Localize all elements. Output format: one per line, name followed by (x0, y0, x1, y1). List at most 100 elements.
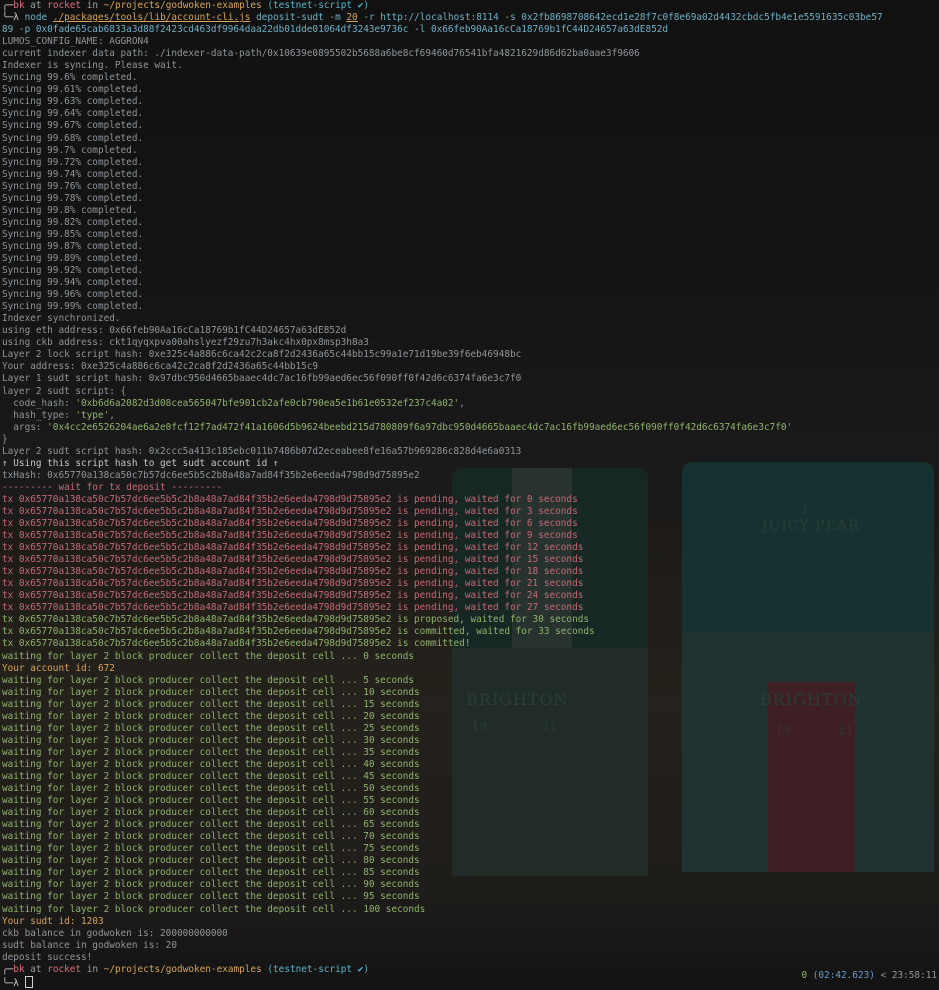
sync-progress-line: Syncing 99.72% completed. (2, 156, 144, 168)
sync-progress-line: Syncing 99.6% completed. (2, 72, 138, 84)
tx-status-line: tx 0x65770a138ca50c7b57dc6ee5b5c2b8a48a7… (2, 554, 584, 566)
wait-line: waiting for layer 2 block producer colle… (2, 831, 420, 843)
sync-progress-line: Syncing 99.64% completed. (2, 108, 144, 120)
command-node: node (24, 12, 48, 24)
tx-status-line: tx 0x65770a138ca50c7b57dc6ee5b5c2b8a48a7… (2, 530, 578, 542)
tx-hash-line: txHash: 0x65770a138ca50c7b57dc6ee5b5c2b8… (2, 469, 420, 481)
lambda-icon-2: λ (13, 977, 19, 989)
wait-line: waiting for layer 2 block producer colle… (2, 843, 420, 855)
info-line: layer 2 sudt script: { (2, 385, 127, 397)
code-hash-key: code_hash: (2, 397, 76, 409)
wait-line: waiting for layer 2 block producer colle… (2, 734, 420, 746)
tx-status-line: tx 0x65770a138ca50c7b57dc6ee5b5c2b8a48a7… (2, 505, 578, 517)
args-key: args: (2, 421, 48, 433)
sudt-script-close: } (2, 433, 8, 445)
sync-progress-line: Syncing 99.96% completed. (2, 289, 144, 301)
wait-line: waiting for layer 2 block producer colle… (2, 879, 420, 891)
prompt-host: rocket (47, 0, 82, 11)
wait-line: waiting for layer 2 block producer colle… (2, 855, 420, 867)
wait-line: waiting for layer 2 block producer colle… (2, 771, 420, 782)
sync-lines: Syncing 99.6% completed. Syncing 99.61% c… (2, 72, 939, 313)
sync-progress-line: Syncing 99.85% completed. (2, 228, 144, 240)
wait-line: waiting for layer 2 block producer colle… (2, 891, 420, 903)
sync-progress-line: Syncing 99.68% completed. (2, 132, 144, 144)
sync-progress-line: Syncing 99.89% completed. (2, 252, 144, 264)
result-line: sudt balance in godwoken is: 20 (2, 939, 177, 951)
wait-header: --------- wait for tx deposit --------- (2, 481, 223, 493)
sudt-id-line: Your sudt id: 1203 (2, 916, 939, 928)
command-line-wrap: 89 -p 0x0fade65cab6833a3d88f2423cd463df9… (2, 24, 669, 36)
wait-line: waiting for layer 2 block producer colle… (2, 867, 420, 879)
info-line: Layer 1 sudt script hash: 0x97dbc950d466… (2, 373, 522, 385)
tx-status-line: tx 0x65770a138ca50c7b57dc6ee5b5c2b8a48a7… (2, 518, 578, 530)
wait-line: waiting for layer 2 block producer colle… (2, 710, 420, 722)
sync-progress-line: Syncing 99.63% completed. (2, 96, 144, 108)
header-line: current indexer data path: ./indexer-dat… (2, 48, 640, 60)
sync-progress-line: Syncing 99.78% completed. (2, 192, 144, 204)
tx-status-line: tx 0x65770a138ca50c7b57dc6ee5b5c2b8a48a7… (2, 638, 471, 650)
hash-type-key: hash_type: (2, 409, 76, 421)
info-line: Layer 2 lock script hash: 0xe325c4a886c6… (2, 349, 522, 361)
wait-line: waiting for layer 2 block producer colle… (2, 758, 420, 770)
prompt-corner-top-2: ╭─ (2, 963, 14, 975)
args-value: '0x4cc2e6526204ae6a2e0fcf12f7ad472f41a16… (47, 421, 793, 433)
tx-status-line: tx 0x65770a138ca50c7b57dc6ee5b5c2b8a48a7… (2, 602, 584, 614)
sync-progress-line: Syncing 99.94% completed. (2, 277, 144, 289)
command-m-value: 20 (346, 12, 358, 24)
command-script: ./packages/tools/lib/account-cli.js (52, 12, 251, 24)
info-line: Indexer synchronized. (2, 313, 121, 325)
wait-line: waiting for layer 2 block producer colle… (2, 783, 420, 795)
tx-status-line: tx 0x65770a138ca50c7b57dc6ee5b5c2b8a48a7… (2, 566, 584, 578)
wait-line: waiting for layer 2 block producer colle… (2, 819, 420, 831)
wait-line: waiting for layer 2 block producer colle… (2, 795, 420, 807)
sync-progress-line: Syncing 99.61% completed. (2, 84, 144, 96)
wait-line: waiting for layer 2 block producer colle… (2, 746, 420, 758)
prompt-corner-bottom-2: ╰─ (2, 977, 14, 989)
account-id-label: Your account id: (2, 662, 98, 674)
wait-line: waiting for layer 2 block producer colle… (2, 674, 415, 686)
sudt-code-hash-line: code_hash: '0xb6d6a2082d3d08cea565047bfe… (2, 397, 465, 409)
info-lines: Indexer synchronized. using eth address: … (2, 313, 939, 397)
tx-status-line: tx 0x65770a138ca50c7b57dc6ee5b5c2b8a48a7… (2, 542, 584, 554)
terminal-output[interactable]: ╭─bk at rocket in ~/projects/godwoken-ex… (2, 0, 939, 989)
info-line: using ckb address: ckt1qyqxpva00ahslyezf… (2, 337, 369, 349)
info-line: Your address: 0xe325c4a886c6ca42c2ca8f2d… (2, 361, 319, 373)
prompt-user: bk (13, 0, 25, 11)
prompt-line: ╭─bk at rocket in ~/projects/godwoken-ex… (2, 0, 939, 12)
tx-status-line: tx 0x65770a138ca50c7b57dc6ee5b5c2b8a48a7… (2, 493, 578, 505)
sync-progress-line: Syncing 99.99% completed. (2, 301, 144, 313)
sync-progress-line: Syncing 99.7% completed. (2, 144, 138, 156)
account-id-value: 672 (97, 662, 115, 674)
wait-line: waiting for layer 2 block producer colle… (2, 722, 420, 734)
sync-progress-line: Syncing 99.92% completed. (2, 265, 144, 277)
info-line: using eth address: 0x66feb90Aa16cCa18769… (2, 325, 347, 337)
header-line: Indexer is syncing. Please wait. (2, 60, 183, 72)
tx-status-line: tx 0x65770a138ca50c7b57dc6ee5b5c2b8a48a7… (2, 590, 584, 602)
prompt-branch-2: (testnet-script ✔) (267, 963, 369, 975)
command-args-2: -r http://localhost:8114 -s 0x2fb8698708… (363, 12, 883, 24)
sync-progress-line: Syncing 99.82% completed. (2, 216, 144, 228)
prompt-at: at (30, 0, 42, 11)
wait-lines: waiting for layer 2 block producer colle… (2, 675, 939, 916)
final-lines: ckb balance in godwoken is: 200000000000… (2, 928, 939, 964)
sync-progress-line: Syncing 99.8% completed. (2, 204, 138, 216)
prompt-path: ~/projects/godwoken-examples (103, 0, 262, 11)
prompt-corner-bottom: ╰─ (2, 12, 14, 24)
prompt-user-2: bk (13, 963, 25, 975)
sync-progress-line: Syncing 99.76% completed. (2, 180, 144, 192)
sync-progress-line: Syncing 99.87% completed. (2, 240, 144, 252)
sudt-id-label: Your sudt id: (2, 915, 82, 927)
using-hash-hint: ↑ Using this script hash to get sudt acc… (2, 457, 279, 469)
tx-status-line: tx 0x65770a138ca50c7b57dc6ee5b5c2b8a48a7… (2, 614, 589, 626)
sudt-hash-line: Layer 2 sudt script hash: 0x2ccc5a413c18… (2, 445, 522, 457)
hash-type-value: 'type' (75, 409, 110, 421)
prompt-branch: (testnet-script ✔) (267, 0, 369, 11)
tx-status-line: tx 0x65770a138ca50c7b57dc6ee5b5c2b8a48a7… (2, 578, 584, 590)
command-args-1: deposit-sudt -m (256, 12, 341, 24)
prompt-path-2: ~/projects/godwoken-examples (103, 963, 262, 975)
sync-progress-line: Syncing 99.67% completed. (2, 120, 144, 132)
sudt-args-line: args: '0x4cc2e6526204ae6a2e0fcf12f7ad472… (2, 422, 939, 434)
code-hash-value: '0xb6d6a2082d3d08cea565047bfe901cb2afe0c… (75, 397, 460, 409)
tx-status-line: tx 0x65770a138ca50c7b57dc6ee5b5c2b8a48a7… (2, 626, 595, 638)
result-line: deposit success! (2, 951, 93, 963)
